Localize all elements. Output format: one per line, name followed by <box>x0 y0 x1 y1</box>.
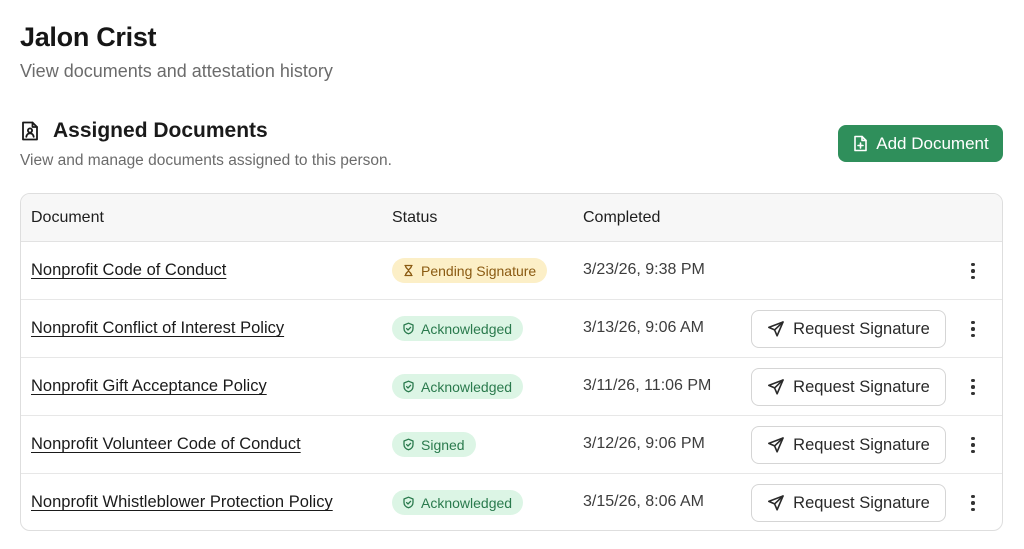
request-signature-label: Request Signature <box>793 493 930 512</box>
section-title: Assigned Documents <box>53 119 268 142</box>
shield-check-icon <box>402 380 415 393</box>
page-title: Jalon Crist <box>20 22 157 52</box>
table-row: Nonprofit Volunteer Code of Conduct Signe… <box>21 416 1002 474</box>
status-badge: Signed <box>392 432 476 457</box>
completed-date: 3/12/26, 9:06 PM <box>583 435 705 452</box>
status-label: Acknowledged <box>421 320 513 337</box>
shield-check-icon <box>402 438 415 451</box>
status-badge: Acknowledged <box>392 490 524 515</box>
request-signature-button[interactable]: Request Signature <box>751 426 946 464</box>
add-document-button[interactable]: Add Document <box>838 125 1003 162</box>
more-options-icon[interactable] <box>963 433 983 457</box>
request-signature-button[interactable]: Request Signature <box>751 368 946 406</box>
documents-table: Document Status Completed Nonprofit Code… <box>20 193 1003 531</box>
add-document-label: Add Document <box>876 133 989 153</box>
header-status: Status <box>392 209 438 226</box>
request-signature-label: Request Signature <box>793 435 930 454</box>
completed-date: 3/15/26, 8:06 AM <box>583 493 704 510</box>
table-row: Nonprofit Code of Conduct Pending Signatu… <box>21 242 1002 300</box>
status-label: Acknowledged <box>421 378 513 395</box>
completed-date: 3/23/26, 9:38 PM <box>583 261 705 278</box>
status-label: Signed <box>421 436 465 453</box>
send-icon <box>767 494 785 512</box>
file-plus-icon <box>852 135 869 152</box>
send-icon <box>767 320 785 338</box>
document-link[interactable]: Nonprofit Gift Acceptance Policy <box>31 377 267 396</box>
completed-date: 3/13/26, 9:06 AM <box>583 319 704 336</box>
more-options-icon[interactable] <box>963 259 983 283</box>
document-link[interactable]: Nonprofit Whistleblower Protection Polic… <box>31 493 333 512</box>
shield-check-icon <box>402 322 415 335</box>
table-row: Nonprofit Whistleblower Protection Polic… <box>21 474 1002 530</box>
more-options-icon[interactable] <box>963 491 983 515</box>
request-signature-button[interactable]: Request Signature <box>751 310 946 348</box>
status-label: Pending Signature <box>421 262 537 279</box>
document-link[interactable]: Nonprofit Conflict of Interest Policy <box>31 319 284 338</box>
section-subtitle: View and manage documents assigned to th… <box>20 152 392 169</box>
header-document: Document <box>31 209 104 226</box>
hourglass-icon <box>402 264 415 277</box>
send-icon <box>767 436 785 454</box>
request-signature-button[interactable]: Request Signature <box>751 484 946 522</box>
document-link[interactable]: Nonprofit Code of Conduct <box>31 261 226 280</box>
page-subtitle: View documents and attestation history <box>20 61 333 81</box>
document-person-icon <box>20 120 42 142</box>
status-badge: Pending Signature <box>392 258 548 283</box>
status-label: Acknowledged <box>421 494 513 511</box>
more-options-icon[interactable] <box>963 375 983 399</box>
header-completed: Completed <box>583 209 661 226</box>
table-row: Nonprofit Conflict of Interest Policy Ack… <box>21 300 1002 358</box>
request-signature-label: Request Signature <box>793 319 930 338</box>
status-badge: Acknowledged <box>392 316 524 341</box>
more-options-icon[interactable] <box>963 317 983 341</box>
table-body: Nonprofit Code of Conduct Pending Signatu… <box>21 242 1002 530</box>
shield-check-icon <box>402 496 415 509</box>
status-badge: Acknowledged <box>392 374 524 399</box>
send-icon <box>767 378 785 396</box>
section-header: Assigned Documents <box>20 119 268 143</box>
request-signature-label: Request Signature <box>793 377 930 396</box>
table-header: Document Status Completed <box>21 194 1002 242</box>
table-row: Nonprofit Gift Acceptance Policy Acknowle… <box>21 358 1002 416</box>
completed-date: 3/11/26, 11:06 PM <box>583 377 712 394</box>
document-link[interactable]: Nonprofit Volunteer Code of Conduct <box>31 435 301 454</box>
